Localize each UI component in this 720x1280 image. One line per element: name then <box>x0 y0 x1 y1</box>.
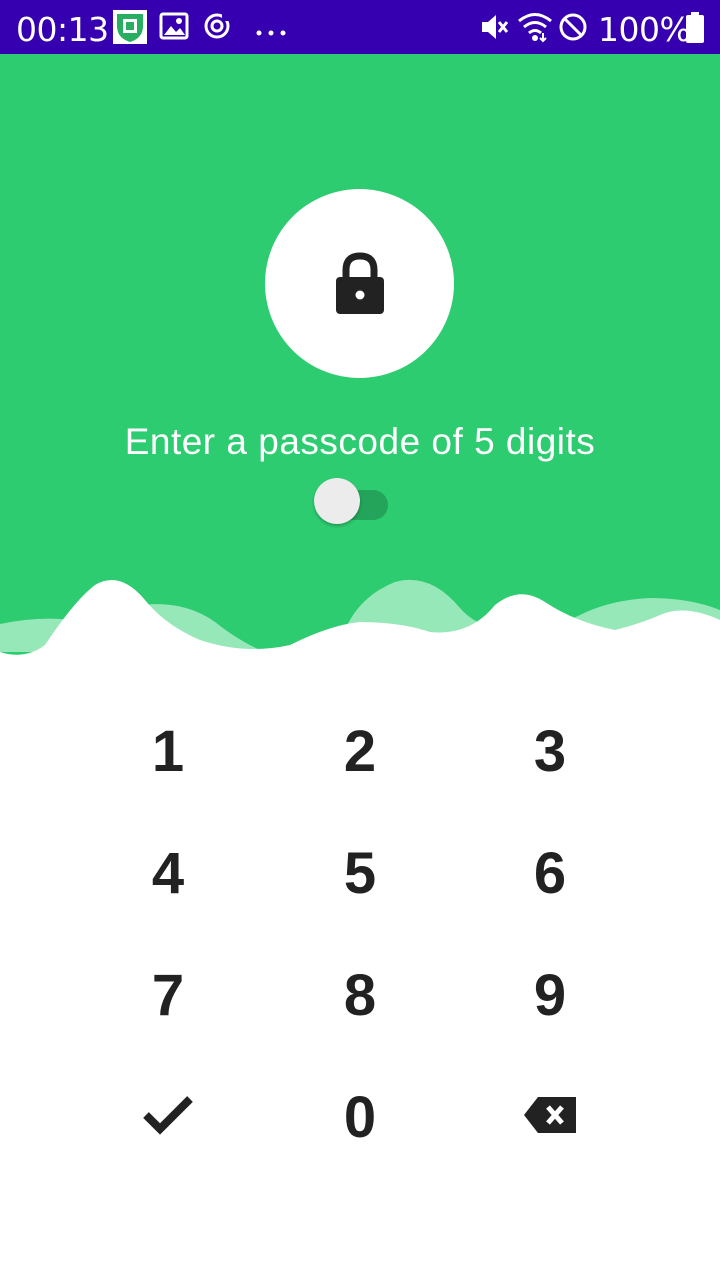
more-dots-icon <box>255 24 287 42</box>
battery-icon <box>684 12 706 49</box>
do-not-disturb-icon <box>557 11 589 48</box>
sync-icon <box>202 11 232 46</box>
wave-divider <box>0 579 720 680</box>
passcode-toggle[interactable] <box>314 478 390 524</box>
key-4[interactable]: 4 <box>93 818 243 928</box>
key-3[interactable]: 3 <box>475 696 625 806</box>
lock-badge <box>265 189 454 378</box>
app-shield-icon <box>113 10 147 49</box>
gallery-icon <box>159 11 189 46</box>
status-time: 00:13 <box>16 10 109 49</box>
passcode-prompt: Enter a passcode of 5 digits <box>124 421 596 462</box>
key-7[interactable]: 7 <box>93 940 243 1050</box>
wifi-icon <box>517 11 553 48</box>
key-8[interactable]: 8 <box>285 940 435 1050</box>
keypad: 1 2 3 4 5 6 7 8 9 0 <box>0 690 720 1190</box>
key-0[interactable]: 0 <box>285 1062 435 1172</box>
check-icon <box>143 1096 193 1135</box>
key-6[interactable]: 6 <box>475 818 625 928</box>
key-5[interactable]: 5 <box>285 818 435 928</box>
confirm-button[interactable] <box>93 1060 243 1170</box>
key-9[interactable]: 9 <box>475 940 625 1050</box>
delete-button[interactable] <box>475 1060 625 1170</box>
backspace-icon <box>524 1097 576 1133</box>
key-2[interactable]: 2 <box>285 696 435 806</box>
battery-percentage: 100% <box>598 10 691 49</box>
lock-icon <box>336 252 384 314</box>
vibrate-icon <box>478 11 510 48</box>
status-bar: 00:13 100% <box>0 0 720 54</box>
key-1[interactable]: 1 <box>93 696 243 806</box>
toggle-thumb <box>314 478 360 524</box>
